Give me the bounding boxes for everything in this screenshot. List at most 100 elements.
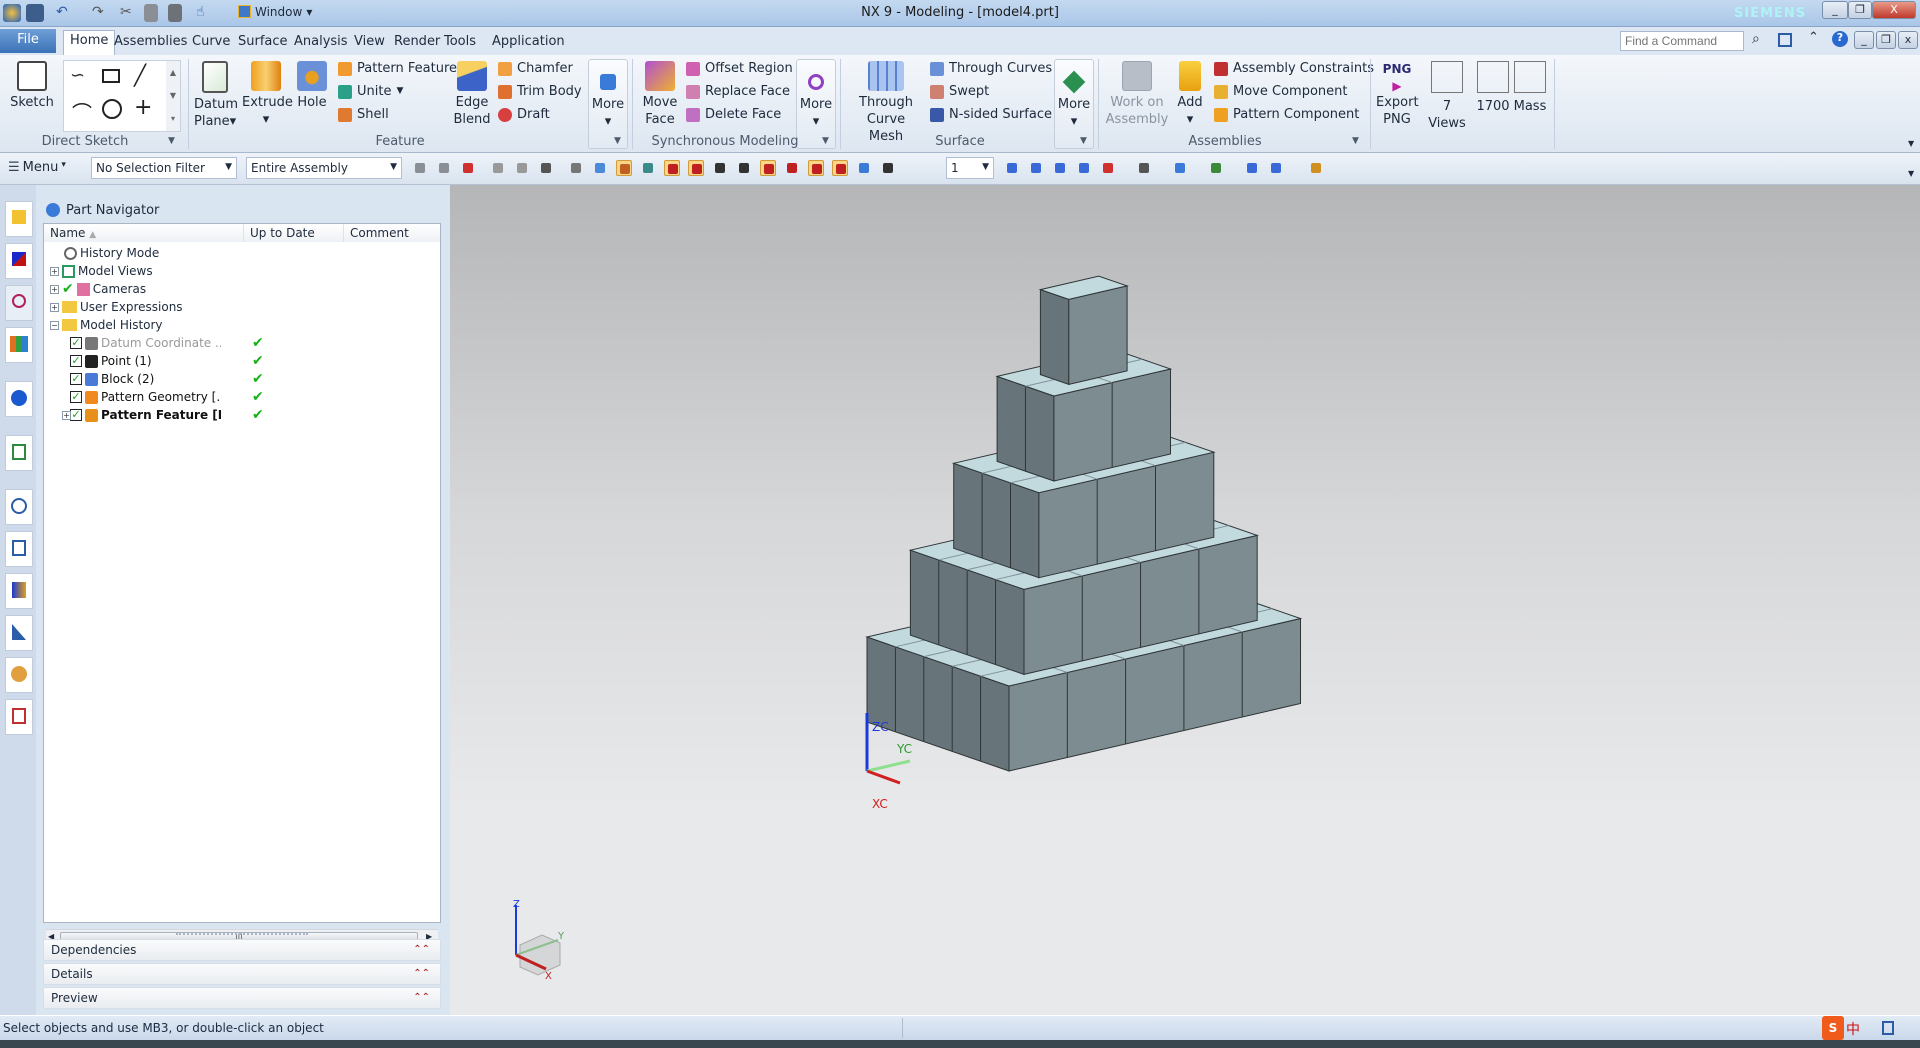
clip-section-icon[interactable] bbox=[1244, 160, 1260, 176]
delete-face-button[interactable]: Delete Face bbox=[686, 103, 793, 126]
work-on-assembly-button[interactable]: Work on Assembly bbox=[1104, 61, 1170, 128]
control-point-icon[interactable] bbox=[832, 160, 848, 176]
process-studio-tab[interactable] bbox=[5, 573, 33, 609]
tree-row-feature[interactable]: ✓ Block (2) ✔ bbox=[44, 370, 440, 388]
add-component-button[interactable]: Add ▾ bbox=[1172, 61, 1208, 128]
roles-tab[interactable] bbox=[5, 657, 33, 693]
point-on-curve-icon[interactable] bbox=[808, 160, 824, 176]
chamfer-button[interactable]: Chamfer bbox=[498, 57, 582, 80]
full-screen-icon[interactable] bbox=[1778, 33, 1792, 47]
splitter-handle[interactable] bbox=[176, 933, 308, 935]
expand-icon[interactable]: + bbox=[50, 302, 59, 312]
line-icon[interactable]: ╱ bbox=[134, 63, 146, 87]
visibility-checkbox[interactable]: ✓ bbox=[70, 391, 82, 403]
pin-icon[interactable] bbox=[46, 203, 60, 217]
draft-button[interactable]: Draft bbox=[498, 103, 582, 126]
help-icon[interactable]: ? bbox=[1832, 31, 1848, 47]
system-materials-tab[interactable] bbox=[5, 531, 33, 567]
swept-button[interactable]: Swept bbox=[930, 80, 1052, 103]
column-header-up-to-date[interactable]: Up to Date bbox=[244, 224, 344, 242]
offset-region-button[interactable]: Offset Region bbox=[686, 57, 793, 80]
visibility-checkbox[interactable]: ✓ bbox=[70, 337, 82, 349]
deselect-icon[interactable] bbox=[514, 160, 530, 176]
group-menu-icon[interactable]: ▼ bbox=[168, 136, 175, 146]
move-component-button[interactable]: Move Component bbox=[1214, 80, 1374, 103]
reuse-library-tab[interactable] bbox=[5, 327, 33, 363]
intersection-icon[interactable] bbox=[736, 160, 752, 176]
measure-icon[interactable] bbox=[1308, 160, 1324, 176]
type-filter-icon[interactable] bbox=[460, 160, 476, 176]
rotate-icon[interactable] bbox=[1052, 160, 1068, 176]
unite-button[interactable]: Unite ▼ bbox=[338, 80, 457, 103]
snap-icon[interactable] bbox=[490, 160, 506, 176]
arc-center-icon[interactable] bbox=[760, 160, 776, 176]
ribbon-options-icon[interactable]: ▼ bbox=[1908, 139, 1914, 148]
trim-body-button[interactable]: Trim Body bbox=[498, 80, 582, 103]
mid-point-icon[interactable] bbox=[688, 160, 704, 176]
visibility-checkbox[interactable]: ✓ bbox=[70, 373, 82, 385]
pattern-feature-button[interactable]: Pattern Feature bbox=[338, 57, 457, 80]
fit-icon[interactable] bbox=[1004, 160, 1020, 176]
sketch-button[interactable]: Sketch bbox=[8, 61, 56, 111]
constraint-navigator-tab[interactable] bbox=[5, 243, 33, 279]
extrude-button[interactable]: Extrude ▾ bbox=[242, 61, 293, 128]
select-features-icon[interactable] bbox=[412, 160, 428, 176]
pyramid-model[interactable] bbox=[865, 275, 1303, 772]
tier-5-right-face[interactable] bbox=[1068, 285, 1128, 386]
move-face-button[interactable]: Move Face bbox=[640, 61, 680, 128]
close-button[interactable]: X bbox=[1872, 1, 1916, 19]
preview-panel[interactable]: Preview ⌃⌃ bbox=[43, 987, 441, 1009]
curve-icon[interactable] bbox=[712, 160, 728, 176]
surface-more-button[interactable]: More ▾ bbox=[1054, 59, 1094, 149]
rectangle-icon[interactable] bbox=[102, 69, 120, 83]
search-icon[interactable]: ⌕ bbox=[1752, 31, 1760, 47]
selection-scope-dropdown[interactable]: Entire Assembly ▼ bbox=[246, 157, 402, 179]
end-point-icon[interactable] bbox=[664, 160, 680, 176]
tab-view[interactable]: View bbox=[348, 32, 391, 51]
pattern-component-button[interactable]: Pattern Component bbox=[1214, 103, 1374, 126]
tab-analysis[interactable]: Analysis bbox=[288, 32, 354, 51]
sogou-ime-icon[interactable]: S bbox=[1822, 1016, 1844, 1040]
group-menu-icon[interactable]: ▼ bbox=[614, 136, 621, 146]
edge-blend-button[interactable]: Edge Blend bbox=[452, 61, 492, 128]
tier-5-left-face[interactable] bbox=[1039, 288, 1070, 386]
find-command-input[interactable] bbox=[1620, 31, 1744, 51]
part-navigator-tab[interactable] bbox=[5, 285, 33, 321]
graphics-window[interactable]: XC YC ZC Z Y X bbox=[450, 185, 1920, 1015]
quadrant-icon[interactable] bbox=[784, 160, 800, 176]
background-icon[interactable] bbox=[1172, 160, 1188, 176]
group-menu-icon[interactable]: ▼ bbox=[1080, 136, 1087, 146]
model-view[interactable]: XC YC ZC Z Y X bbox=[450, 185, 1920, 1015]
collapse-ribbon-icon[interactable]: ⌃ bbox=[1808, 30, 1819, 45]
tree-row-user-expressions[interactable]: + User Expressions bbox=[44, 298, 440, 316]
group-menu-icon[interactable]: ▼ bbox=[822, 136, 829, 146]
profile-icon[interactable]: ∽ bbox=[70, 65, 85, 86]
full-screen-icon[interactable] bbox=[1882, 1021, 1894, 1035]
hd3d-tools-tab[interactable] bbox=[5, 381, 33, 417]
tree-row-history-mode[interactable]: History Mode bbox=[44, 244, 440, 262]
tree-row-feature[interactable]: ✓ Pattern Geometry [... ✔ bbox=[44, 388, 440, 406]
collapse-icon[interactable]: − bbox=[50, 320, 59, 330]
bounded-grid-icon[interactable] bbox=[880, 160, 896, 176]
sync-more-button[interactable]: More ▾ bbox=[796, 59, 836, 149]
n-sided-surface-button[interactable]: N-sided Surface bbox=[930, 103, 1052, 126]
menu-button[interactable]: ☰ Menu ▾ bbox=[8, 160, 66, 175]
gallery-scrollbar[interactable]: ▲ ▼ ▾ bbox=[166, 61, 180, 131]
expand-icon[interactable]: + bbox=[62, 410, 71, 420]
datum-plane-button[interactable]: Datum Plane▾ bbox=[194, 61, 238, 130]
tab-tools[interactable]: Tools bbox=[438, 32, 482, 51]
view-select-icon[interactable] bbox=[568, 160, 584, 176]
visibility-checkbox[interactable]: ✓ bbox=[70, 355, 82, 367]
through-curves-button[interactable]: Through Curves bbox=[930, 57, 1052, 80]
circle-icon[interactable] bbox=[102, 99, 122, 119]
tree-row-model-history[interactable]: − Model History bbox=[44, 316, 440, 334]
group-menu-icon[interactable]: ▼ bbox=[1352, 136, 1359, 146]
1700-button[interactable]: 1700 bbox=[1474, 61, 1512, 115]
tab-assemblies[interactable]: Assemblies bbox=[108, 32, 193, 51]
details-panel[interactable]: Details ⌃⌃ bbox=[43, 963, 441, 985]
edit-section-icon[interactable] bbox=[1208, 160, 1224, 176]
face-point-icon[interactable] bbox=[856, 160, 872, 176]
restore-button[interactable]: ❐ bbox=[1848, 1, 1872, 19]
point-icon[interactable]: + bbox=[134, 95, 152, 120]
doc-restore-button[interactable]: ❐ bbox=[1876, 31, 1896, 49]
